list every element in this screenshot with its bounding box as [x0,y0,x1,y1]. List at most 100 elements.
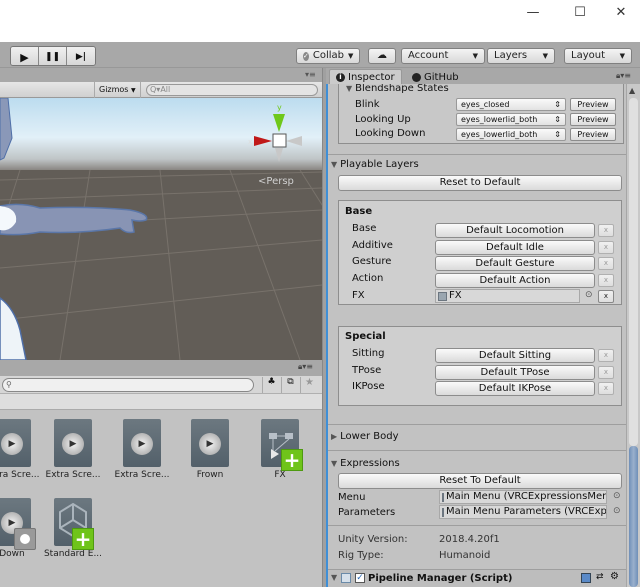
chevron-down-icon: ▼ [131,87,136,94]
object-picker-icon[interactable]: ⊙ [613,491,621,501]
reset-expressions-button[interactable]: Reset To Default [338,473,622,489]
additive-layer-clear-button[interactable]: x [598,241,614,254]
playable-layers-foldout[interactable]: ▼ Playable Layers [331,159,419,170]
scene-search-placeholder: All [160,85,171,94]
cloud-button[interactable]: ☁ [368,48,396,64]
favorites-button[interactable]: ★ [300,377,318,393]
maximize-button[interactable]: ☐ [565,4,595,22]
tpose-layer-button[interactable]: Default TPose [435,365,595,380]
ikpose-layer-button[interactable]: Default IKPose [435,381,595,396]
reset-playable-layers-button[interactable]: Reset to Default [338,175,622,191]
ikpose-layer-clear-button[interactable]: x [598,382,614,395]
triangle-down-icon[interactable]: ▼ [331,573,337,582]
updown-icon: ⇕ [554,100,561,109]
minimize-button[interactable]: — [518,4,548,22]
tab-inspector[interactable]: i Inspector [329,69,402,85]
component-header[interactable]: ▼ ✓ Pipeline Manager (Script) ⇄ ⚙ [328,570,626,587]
lower-body-foldout[interactable]: ▶ Lower Body [331,431,399,442]
base-layer-button[interactable]: Default Locomotion [435,223,595,238]
asset-item[interactable]: ▶ Down [0,498,42,559]
component-title: Pipeline Manager (Script) [368,573,513,584]
clear-x-icon: x [603,243,609,251]
gizmo-x-axis[interactable] [254,136,272,146]
help-icon[interactable] [581,573,591,583]
triangle-down-icon: ▼ [331,160,338,169]
presets-icon[interactable]: ⇄ [596,572,604,582]
unity-version-value: 2018.4.20f1 [439,534,500,545]
prefab-thumbnail: + [54,498,94,550]
blendshape-states-foldout[interactable]: ▼ Blendshape States [346,84,449,94]
inspector-scrollbar[interactable]: ▲ [626,84,640,587]
base-layer-clear-button[interactable]: x [598,224,614,237]
animation-clip-thumbnail: ▶ [123,419,161,467]
svg-text:x: x [248,138,252,146]
asset-item[interactable]: ▶ Extra Scre... [43,419,103,480]
fx-layer-object-field[interactable]: FX [435,289,580,303]
gesture-layer-clear-button[interactable]: x [598,257,614,270]
sitting-layer-clear-button[interactable]: x [598,349,614,362]
looking-down-dropdown[interactable]: eyes_lowerlid_both ⇕ [456,128,566,141]
expressions-foldout[interactable]: ▼ Expressions [331,458,400,469]
gizmo-y-axis[interactable] [273,114,285,132]
fx-layer-clear-button[interactable]: x [598,290,614,303]
tpose-layer-clear-button[interactable]: x [598,366,614,379]
animator-controller-thumbnail: + [261,419,303,471]
layout-dropdown[interactable]: Layout ▼ [564,48,632,64]
chevron-down-icon: ▼ [619,52,625,60]
tab-github[interactable]: GitHub [406,69,465,85]
project-search-input[interactable]: ⚲ [2,378,254,392]
orientation-gizmo[interactable]: y x [246,100,306,170]
close-icon: ✕ [615,5,627,20]
search-icon: ⚲ [6,380,12,389]
asset-item[interactable]: ▶ Extra Scre... [112,419,172,480]
scroll-track [629,98,638,446]
looking-down-preview-button[interactable]: Preview [570,128,616,141]
object-picker-icon[interactable]: ⊙ [613,506,621,516]
close-button[interactable]: ✕ [606,4,636,22]
gizmo-center[interactable] [272,133,287,148]
gizmos-dropdown[interactable]: Gizmos ▼ [94,82,141,98]
scene-viewport[interactable]: y x <Persp [0,98,322,360]
inspector-lock-icon[interactable]: 🔒︎▾≡ [616,71,631,81]
panel-menu-icon[interactable]: ▾≡ [305,70,316,79]
filter-by-label-button[interactable]: ⧉ [281,377,299,393]
asset-label: Down [0,549,25,559]
scroll-up-icon[interactable]: ▲ [629,86,635,95]
sitting-layer-button[interactable]: Default Sitting [435,348,595,363]
action-layer-button[interactable]: Default Action [435,273,595,288]
object-picker-icon[interactable]: ⊙ [585,290,593,300]
scroll-thumb[interactable] [629,446,638,587]
enabled-checkbox[interactable]: ✓ [355,573,365,583]
action-layer-clear-button[interactable]: x [598,274,614,287]
menu-object-field[interactable]: Main Menu (VRCExpressionsMen [439,490,607,504]
asset-item[interactable]: + Standard E... [43,498,103,559]
reset-label: Reset To Default [439,475,521,486]
blink-preview-button[interactable]: Preview [570,98,616,111]
step-button[interactable]: ▶| [67,47,95,65]
scene-search-input[interactable]: Q▾All [146,84,318,96]
play-button[interactable]: ▶ [11,47,39,65]
pause-button[interactable]: ❚❚ [39,47,67,65]
clear-x-icon: x [603,259,609,267]
blink-value: eyes_closed [461,100,510,109]
layers-dropdown[interactable]: Layers ▼ [487,48,555,64]
base-group-title: Base [345,206,373,217]
looking-up-dropdown[interactable]: eyes_lowerlid_both ⇕ [456,113,566,126]
asset-item[interactable]: ▶ Frown [180,419,240,480]
account-dropdown[interactable]: Account ▼ [401,48,485,64]
parameters-object-field[interactable]: Main Menu Parameters (VRCExpi [439,505,607,519]
gear-icon[interactable]: ⚙ [610,571,619,582]
gesture-layer-button[interactable]: Default Gesture [435,256,595,271]
looking-up-preview-button[interactable]: Preview [570,113,616,126]
lock-icon[interactable]: 🔒︎▾≡ [298,362,313,372]
asset-item[interactable]: ▶ Extra Scre... [0,419,42,480]
asset-item[interactable]: + FX [250,419,310,480]
projection-toggle[interactable]: <Persp [258,176,294,187]
asset-label: Extra Scre... [114,470,170,480]
blink-dropdown[interactable]: eyes_closed ⇕ [456,98,566,111]
type-filter-icon: ♣ [267,377,276,387]
additive-layer-button[interactable]: Default Idle [435,240,595,255]
expressions-title: Expressions [340,458,400,469]
collab-button[interactable]: ✓ Collab ▼ [296,48,360,64]
filter-by-type-button[interactable]: ♣ [262,377,280,393]
